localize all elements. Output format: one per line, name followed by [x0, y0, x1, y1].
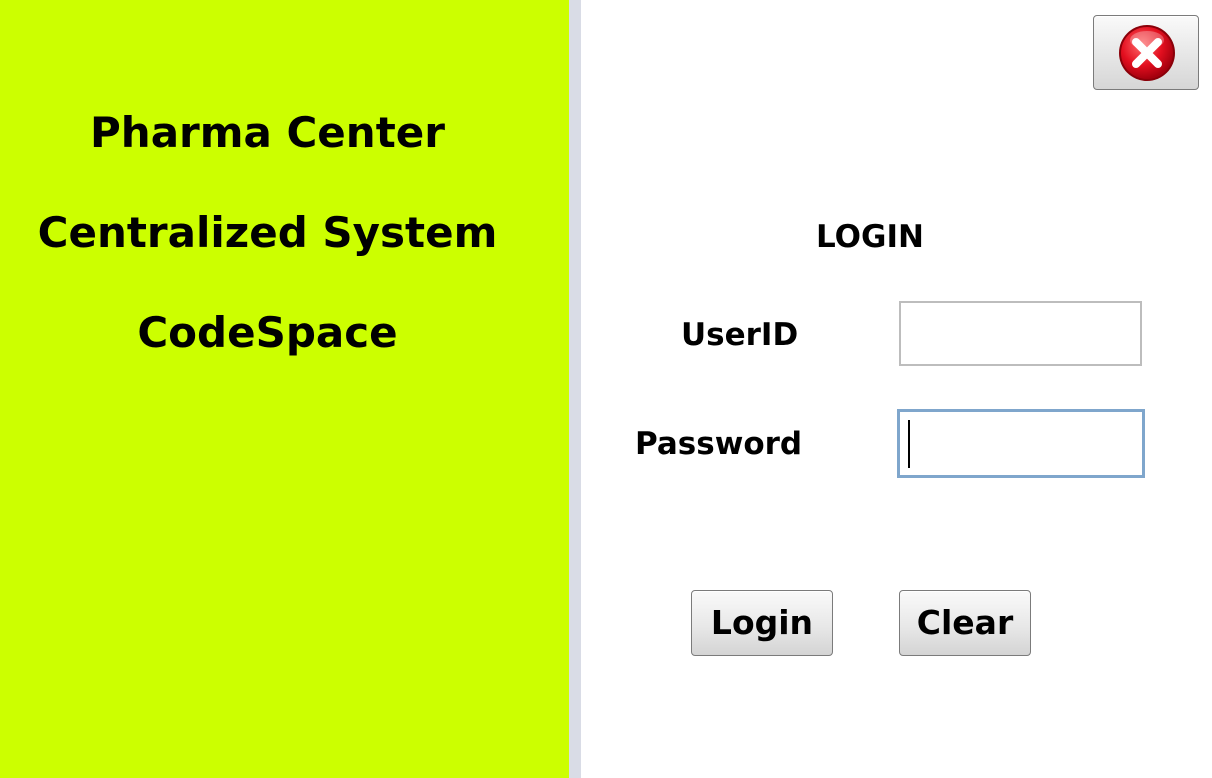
text-caret [908, 420, 910, 468]
close-button[interactable] [1093, 15, 1199, 90]
panel-divider [569, 0, 581, 778]
userid-input[interactable] [899, 301, 1142, 366]
brand-title: Pharma Center [90, 108, 445, 157]
brand-company: CodeSpace [137, 308, 398, 357]
login-window: Pharma Center Centralized System CodeSpa… [0, 0, 1212, 778]
password-label: Password [635, 426, 803, 462]
login-heading: LOGIN [816, 219, 924, 255]
close-icon [1119, 25, 1175, 81]
userid-label: UserID [681, 317, 799, 353]
brand-panel: Pharma Center Centralized System CodeSpa… [0, 0, 569, 778]
brand-subtitle: Centralized System [37, 208, 498, 257]
login-button[interactable]: Login [691, 590, 833, 656]
login-form-panel [581, 0, 1212, 778]
password-input[interactable] [897, 409, 1145, 478]
clear-button[interactable]: Clear [899, 590, 1031, 656]
